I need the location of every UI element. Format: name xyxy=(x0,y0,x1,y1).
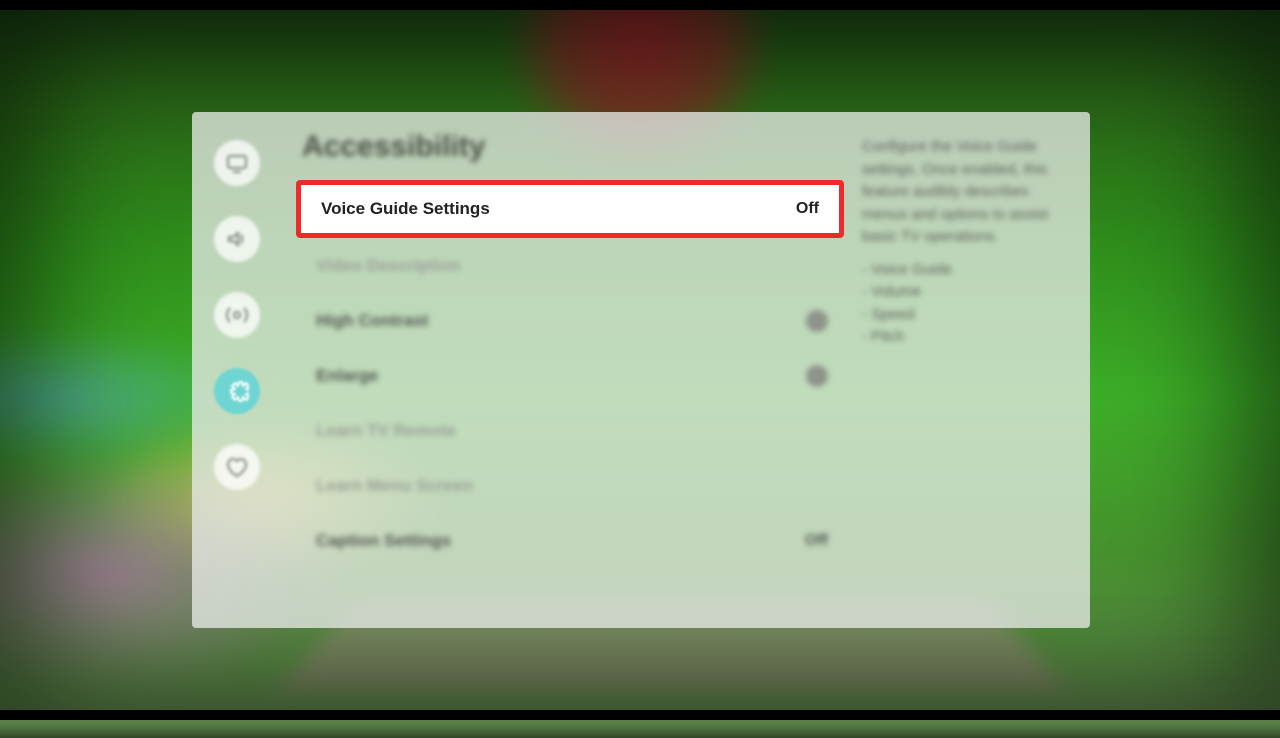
support-icon[interactable] xyxy=(214,444,260,490)
item-label: Learn Menu Screen xyxy=(316,476,473,496)
item-label: Voice Guide Settings xyxy=(321,199,490,219)
bullet-item: Speed xyxy=(862,304,1072,327)
item-label: Enlarge xyxy=(316,366,378,386)
description-text: Configure the Voice Guide settings. Once… xyxy=(862,136,1072,249)
general-icon[interactable] xyxy=(214,368,260,414)
page-title: Accessibility xyxy=(302,130,848,164)
letterbox-top xyxy=(0,0,1280,10)
broadcast-icon[interactable] xyxy=(214,292,260,338)
letterbox-bottom xyxy=(0,710,1280,720)
settings-list: Voice Guide Settings Off Video Descripti… xyxy=(296,178,848,568)
settings-main: Accessibility Voice Guide Settings Off V… xyxy=(282,112,848,628)
toggle-off-icon[interactable] xyxy=(806,310,828,332)
item-value: Off xyxy=(796,200,819,218)
item-enlarge[interactable]: Enlarge xyxy=(296,348,848,403)
item-learn-menu-screen[interactable]: Learn Menu Screen xyxy=(296,458,848,513)
item-learn-tv-remote[interactable]: Learn TV Remote xyxy=(296,403,848,458)
item-label: Caption Settings xyxy=(316,531,451,551)
picture-icon[interactable] xyxy=(214,140,260,186)
bullet-item: Voice Guide xyxy=(862,259,1072,282)
description-pane: Configure the Voice Guide settings. Once… xyxy=(848,112,1090,628)
settings-panel: Accessibility Voice Guide Settings Off V… xyxy=(192,112,1090,628)
item-video-description[interactable]: Video Description xyxy=(296,238,848,293)
item-high-contrast[interactable]: High Contrast xyxy=(296,293,848,348)
item-caption-settings[interactable]: Caption Settings Off xyxy=(296,513,848,568)
item-label: Video Description xyxy=(316,256,460,276)
item-label: High Contrast xyxy=(316,311,428,331)
sound-icon[interactable] xyxy=(214,216,260,262)
description-bullets: Voice Guide Volume Speed Pitch xyxy=(862,259,1072,349)
settings-sidebar xyxy=(192,112,282,628)
item-voice-guide-settings[interactable]: Voice Guide Settings Off xyxy=(296,180,844,238)
item-value: Off xyxy=(805,532,828,550)
bullet-item: Pitch xyxy=(862,326,1072,349)
bullet-item: Volume xyxy=(862,281,1072,304)
toggle-off-icon[interactable] xyxy=(806,365,828,387)
item-label: Learn TV Remote xyxy=(316,421,456,441)
